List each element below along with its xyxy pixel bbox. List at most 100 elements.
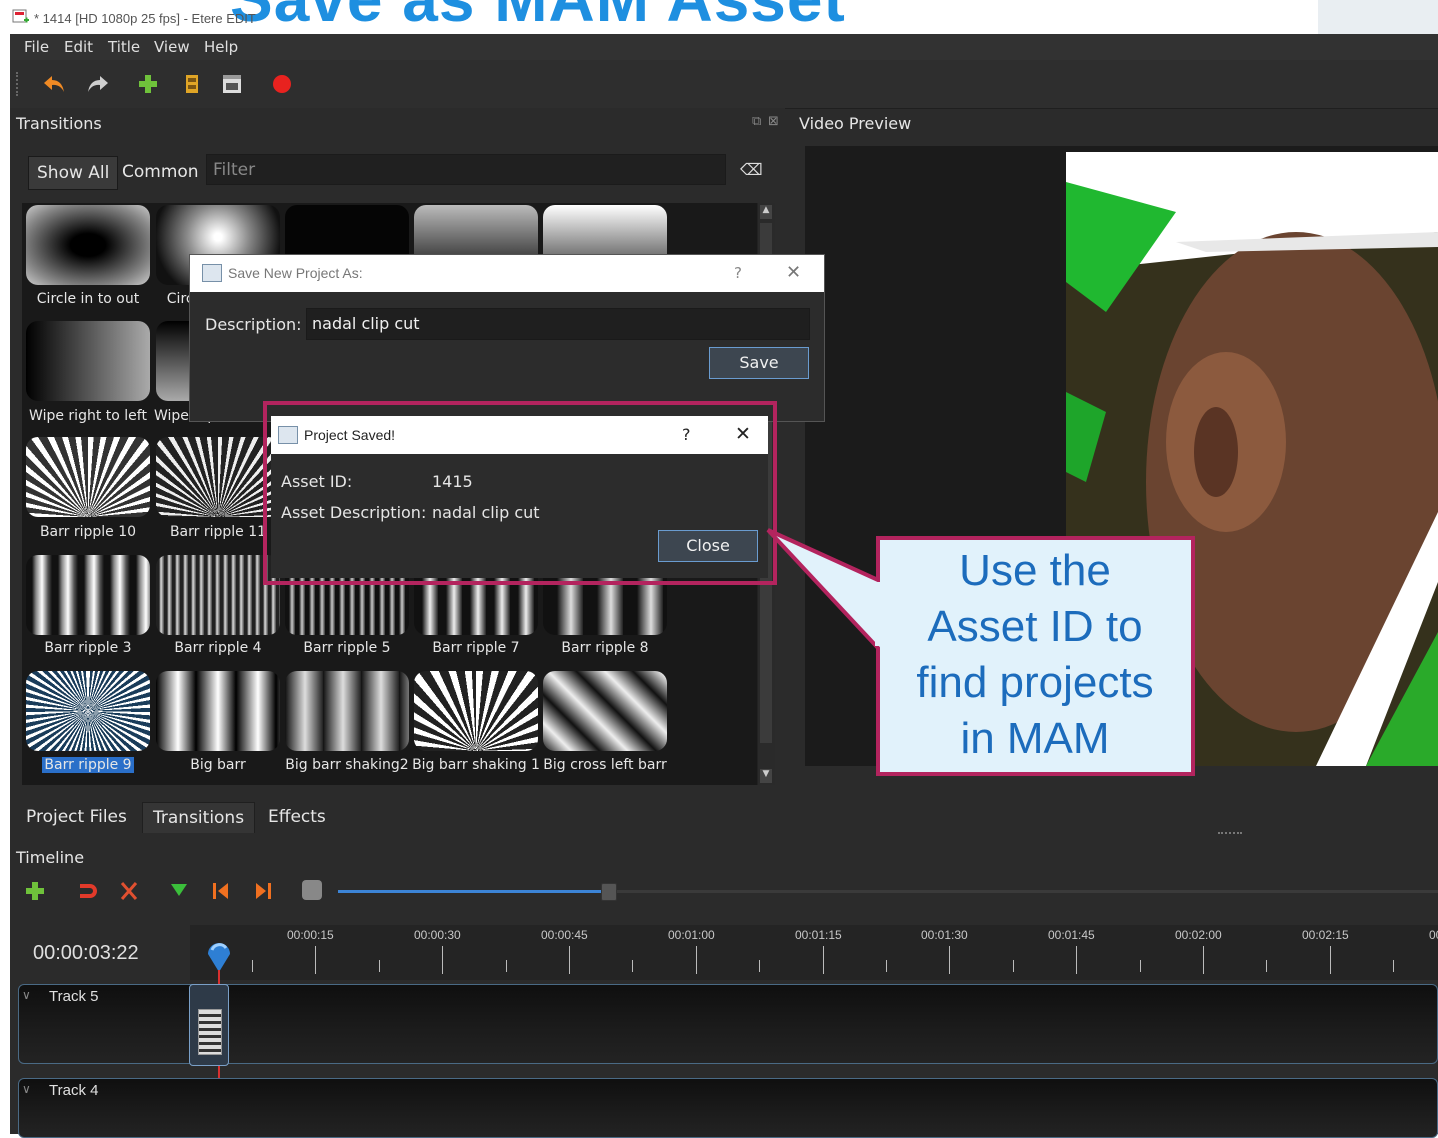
tab-transitions[interactable]: Transitions xyxy=(142,802,256,833)
ruler-tick xyxy=(759,960,760,972)
transition-label: Barr ripple 8 xyxy=(561,640,649,656)
asset-id-value: 1415 xyxy=(432,472,473,491)
ruler-tick-label: 00:02:15 xyxy=(1302,928,1349,942)
ruler-tick-label: 00:00:15 xyxy=(287,928,334,942)
add-track-icon[interactable] xyxy=(24,880,46,906)
save-dialog-close-button[interactable]: ✕ xyxy=(786,262,801,283)
add-marker-icon[interactable] xyxy=(168,880,190,906)
transition-thumb[interactable] xyxy=(414,671,538,751)
ruler-tick xyxy=(569,946,570,974)
add-icon[interactable] xyxy=(134,70,162,98)
ruler-tick xyxy=(1013,960,1014,972)
dialog-window-icon xyxy=(202,264,222,282)
ruler-tick xyxy=(1203,946,1204,974)
ruler-tick xyxy=(1393,960,1394,972)
ruler-tick-label: 00:01:15 xyxy=(795,928,842,942)
saved-dialog-help-button[interactable]: ? xyxy=(682,425,691,444)
save-button[interactable]: Save xyxy=(709,347,809,379)
panel-close-icon[interactable]: ⊠ xyxy=(768,114,779,129)
saved-dialog-title: Project Saved! xyxy=(304,427,396,443)
filter-show-all[interactable]: Show All xyxy=(28,156,119,190)
window-controls xyxy=(1318,0,1438,34)
asset-description-value: nadal clip cut xyxy=(432,503,540,522)
transition-label: Big barr shaking2 xyxy=(285,757,409,773)
transition-thumb[interactable] xyxy=(26,437,150,517)
track-name: Track 4 xyxy=(49,1082,99,1099)
filter-common[interactable]: Common xyxy=(114,156,207,188)
transition-thumb[interactable] xyxy=(26,321,150,401)
description-input[interactable]: nadal clip cut xyxy=(306,308,810,340)
asset-description-label: Asset Description: xyxy=(281,503,427,522)
transition-thumb[interactable] xyxy=(543,671,667,751)
save-dialog-help-button[interactable]: ? xyxy=(734,264,742,282)
toolbar-grip xyxy=(16,72,22,96)
ruler-tick-label: 00:00:45 xyxy=(541,928,588,942)
ruler-tick-label: 00 xyxy=(1429,928,1438,942)
ruler-tick xyxy=(506,960,507,972)
ruler-tick-label: 00:01:00 xyxy=(668,928,715,942)
playhead-icon[interactable] xyxy=(204,938,234,974)
transition-label-selected: Barr ripple 9 xyxy=(42,757,134,773)
ruler-tick xyxy=(1266,960,1267,972)
track-row[interactable] xyxy=(18,1078,1438,1138)
zoom-icon[interactable] xyxy=(302,880,322,900)
timeline-clip[interactable] xyxy=(189,984,229,1066)
description-label: Description: xyxy=(205,315,302,334)
track-name: Track 5 xyxy=(49,988,99,1005)
zoom-slider-handle[interactable] xyxy=(601,883,617,901)
ruler-tick xyxy=(886,960,887,972)
panel-float-icon[interactable]: ⧉ xyxy=(752,114,761,129)
window-title: * 1414 [HD 1080p 25 fps] - Etere EDIT xyxy=(34,11,256,26)
menu-title[interactable]: Title xyxy=(108,38,140,56)
ruler-tick xyxy=(252,960,253,972)
clear-filter-icon[interactable]: ⌫ xyxy=(740,160,763,179)
menu-edit[interactable]: Edit xyxy=(64,38,93,56)
asset-id-label: Asset ID: xyxy=(281,472,353,491)
transition-label: Barr ripple 5 xyxy=(303,640,391,656)
record-icon[interactable] xyxy=(268,70,296,98)
next-marker-icon[interactable] xyxy=(252,880,274,906)
ruler-tick xyxy=(442,946,443,974)
ruler-tick-label: 00:01:30 xyxy=(921,928,968,942)
transition-label: Circle in to out xyxy=(36,291,140,307)
splitter-handle[interactable] xyxy=(1218,832,1242,838)
filter-input[interactable]: Filter xyxy=(206,154,726,185)
zoom-slider-fill xyxy=(338,890,605,893)
tab-project-files[interactable]: Project Files xyxy=(16,802,137,832)
app-icon xyxy=(12,8,30,26)
transition-thumb[interactable] xyxy=(285,671,409,751)
redo-icon[interactable] xyxy=(84,70,112,98)
transition-thumb[interactable] xyxy=(26,205,150,285)
ruler-tick-label: 00:01:45 xyxy=(1048,928,1095,942)
tab-effects[interactable]: Effects xyxy=(258,802,336,832)
transition-label: Barr ripple 7 xyxy=(432,640,520,656)
transition-label: Big barr shaking 1 xyxy=(412,757,540,773)
ruler-tick-label: 00:02:00 xyxy=(1175,928,1222,942)
film-icon[interactable] xyxy=(178,70,206,98)
undo-icon[interactable] xyxy=(40,70,68,98)
razor-icon[interactable] xyxy=(118,880,140,906)
close-button[interactable]: Close xyxy=(658,530,758,562)
transition-label: Big cross left barr xyxy=(543,757,667,773)
menu-help[interactable]: Help xyxy=(204,38,238,56)
ruler-tick xyxy=(1140,960,1141,972)
callout-text: Use the Asset ID to find projects in MAM xyxy=(916,546,1154,763)
ruler-tick xyxy=(632,960,633,972)
previous-marker-icon[interactable] xyxy=(210,880,232,906)
snap-icon[interactable] xyxy=(76,880,98,906)
transition-thumb[interactable] xyxy=(26,555,150,635)
ruler-tick xyxy=(379,960,380,972)
saved-dialog-close-icon[interactable]: ✕ xyxy=(735,423,751,445)
track-collapse-icon[interactable]: ∨ xyxy=(22,988,31,1002)
ruler-tick-label: 00:00:30 xyxy=(414,928,461,942)
track-collapse-icon[interactable]: ∨ xyxy=(22,1082,31,1096)
transition-thumb[interactable] xyxy=(156,555,280,635)
transition-thumb[interactable] xyxy=(156,437,280,517)
menu-view[interactable]: View xyxy=(154,38,190,56)
clapper-icon[interactable] xyxy=(218,70,246,98)
video-preview-title: Video Preview xyxy=(799,114,912,133)
transition-thumb[interactable] xyxy=(26,671,150,751)
track-row[interactable] xyxy=(18,984,1438,1064)
menu-file[interactable]: File xyxy=(24,38,49,56)
transition-thumb[interactable] xyxy=(156,671,280,751)
